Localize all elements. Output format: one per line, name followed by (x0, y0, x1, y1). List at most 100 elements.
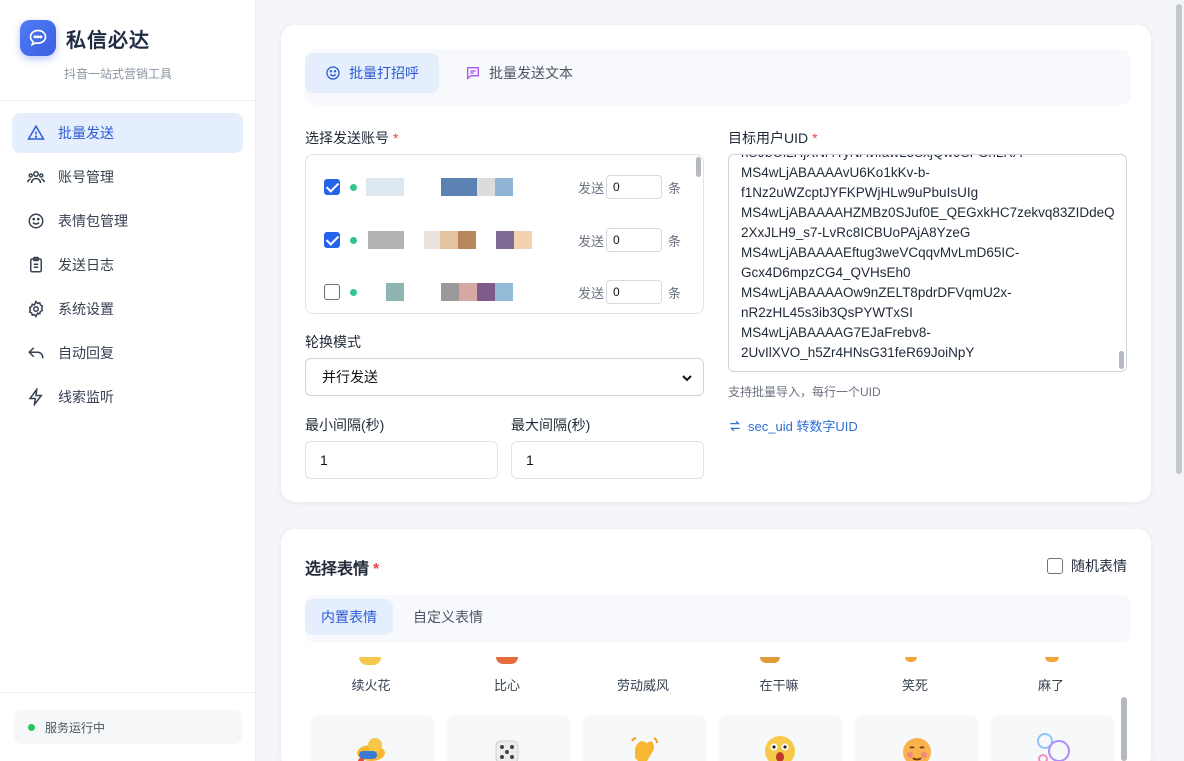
account-list[interactable]: 发送 0 条 发送 0 条 发送 0 条 (305, 154, 704, 314)
page-scrollbar[interactable] (1173, 0, 1184, 761)
unit-label: 条 (668, 285, 682, 301)
sidebar-item-batch-send[interactable]: 批量发送 (12, 113, 243, 153)
emoji-grid: 续火花 比心 劳动威风 在干嘛 笑死 麻了 (305, 657, 1131, 761)
users-icon (26, 167, 46, 187)
account-checkbox[interactable] (324, 284, 340, 300)
account-avatar-blur (386, 283, 404, 301)
emoji-thumb (760, 657, 780, 663)
random-emoji-toggle[interactable]: 随机表情 (1047, 556, 1127, 576)
account-checkbox[interactable] (324, 232, 340, 248)
account-name-blur (514, 231, 532, 249)
sidebar-item-auto-reply[interactable]: 自动回复 (12, 333, 243, 373)
sidebar-item-label: 账号管理 (58, 169, 114, 185)
min-interval-input[interactable]: 1 (305, 441, 498, 479)
send-count-input[interactable]: 0 (606, 228, 662, 252)
sidebar-nav: 批量发送 账号管理 表情包管理 发送日志 系统设置 自动回复 线索监听 (12, 113, 243, 421)
convert-uid-text: sec_uid 转数字UID (748, 419, 858, 434)
sidebar-item-settings[interactable]: 系统设置 (12, 289, 243, 329)
sidebar-item-label: 系统设置 (58, 301, 114, 317)
swap-icon (728, 419, 742, 433)
shocked-face-emoji-icon (761, 731, 799, 761)
emoji-name[interactable]: 比心 (445, 675, 569, 694)
clipboard-icon (26, 255, 46, 275)
lightning-icon (26, 387, 46, 407)
sidebar-item-lead-monitor[interactable]: 线索监听 (12, 377, 243, 417)
account-name-blur (441, 178, 477, 196)
online-dot (350, 183, 357, 191)
emoji-name[interactable]: 续火花 (309, 675, 433, 694)
reply-icon (26, 343, 46, 363)
message-icon (465, 65, 481, 81)
sidebar: 私信必达 抖音一站式营销工具 批量发送 账号管理 表情包管理 发送日志 系统设置… (0, 0, 256, 761)
emoji-cell[interactable] (447, 715, 571, 761)
send-count-input[interactable]: 0 (606, 175, 662, 199)
tab-builtin-emoji[interactable]: 内置表情 (305, 599, 393, 635)
required-mark: * (812, 130, 818, 146)
uid-textarea[interactable]: hS9bOiLHjXNi4TyNAvlfawL3SxjQw9SFGhLRA- M… (728, 154, 1127, 372)
account-name-blur (495, 178, 513, 196)
emoji-name[interactable]: 麻了 (989, 675, 1113, 694)
list-item: 发送 0 条 (306, 167, 696, 207)
emoji-cell[interactable] (855, 715, 979, 761)
emoji-name[interactable]: 劳动威风 (581, 675, 705, 694)
account-list-scrollbar[interactable] (696, 157, 701, 177)
divider (0, 100, 255, 101)
emoji-name[interactable]: 在干嘛 (717, 675, 841, 694)
emoji-thumb (905, 657, 917, 662)
page-scrollbar-thumb[interactable] (1176, 4, 1182, 474)
emoji-thumb (496, 657, 518, 664)
emoji-cell[interactable] (583, 715, 707, 761)
tab-batch-greet[interactable]: 批量打招呼 (305, 53, 439, 93)
random-emoji-label: 随机表情 (1071, 558, 1127, 574)
accounts-label-text: 选择发送账号 (305, 130, 389, 146)
rotation-mode-select[interactable]: 并行发送 (305, 358, 704, 396)
list-item: 发送 0 条 (306, 272, 696, 312)
sidebar-item-stickers[interactable]: 表情包管理 (12, 201, 243, 241)
waving-hand-emoji-icon (627, 733, 661, 761)
sidebar-item-label: 表情包管理 (58, 213, 128, 229)
emoji-cell[interactable] (311, 715, 435, 761)
service-status: 服务运行中 (14, 710, 242, 744)
max-interval-input[interactable]: 1 (511, 441, 704, 479)
account-name-blur (458, 231, 476, 249)
convert-uid-link[interactable]: sec_uid 转数字UID (728, 416, 858, 435)
brand: 私信必达 (20, 20, 150, 56)
sidebar-item-send-log[interactable]: 发送日志 (12, 245, 243, 285)
emoji-thumb (1045, 657, 1059, 662)
tab-label: 批量打招呼 (349, 65, 419, 81)
emoji-title-text: 选择表情 (305, 561, 370, 578)
online-dot (350, 288, 357, 296)
unit-label: 条 (668, 233, 682, 249)
unit-label: 条 (668, 180, 682, 196)
emoji-name[interactable]: 笑死 (853, 675, 977, 694)
app-subtitle: 抖音一站式营销工具 (64, 67, 173, 81)
list-item: 发送 0 条 (306, 220, 696, 260)
smile-icon (325, 65, 341, 81)
send-label: 发送 (578, 180, 605, 196)
account-name-blur (441, 283, 459, 301)
uid-label-text: 目标用户UID (728, 130, 809, 146)
min-interval-label: 最小间隔(秒) (305, 417, 385, 433)
emoji-cell[interactable] (719, 715, 843, 761)
gear-icon (26, 299, 46, 319)
send-count-input[interactable]: 0 (606, 280, 662, 304)
send-label: 发送 (578, 285, 605, 301)
tab-custom-emoji[interactable]: 自定义表情 (397, 599, 499, 635)
uid-text: hS9bOiLHjXNi4TyNAvlfawL3SxjQw9SFGhLRA- M… (741, 155, 1115, 360)
blushing-face-emoji-icon (899, 733, 935, 761)
tab-label: 批量发送文本 (489, 65, 573, 81)
emoji-cell[interactable] (991, 715, 1115, 761)
lying-figure-emoji-icon (353, 733, 389, 761)
random-emoji-checkbox[interactable] (1047, 558, 1063, 574)
account-name-blur (477, 283, 495, 301)
uid-label: 目标用户UID * (728, 128, 818, 148)
sidebar-item-accounts[interactable]: 账号管理 (12, 157, 243, 197)
emoji-thumb (359, 657, 381, 665)
emoji-grid-scrollbar[interactable] (1121, 697, 1127, 761)
tab-batch-text[interactable]: 批量发送文本 (445, 53, 593, 93)
account-name-blur (495, 283, 513, 301)
rotation-label: 轮换模式 (305, 334, 361, 350)
status-text: 服务运行中 (45, 720, 106, 735)
account-checkbox[interactable] (324, 179, 340, 195)
uid-textarea-scrollbar[interactable] (1119, 351, 1124, 369)
